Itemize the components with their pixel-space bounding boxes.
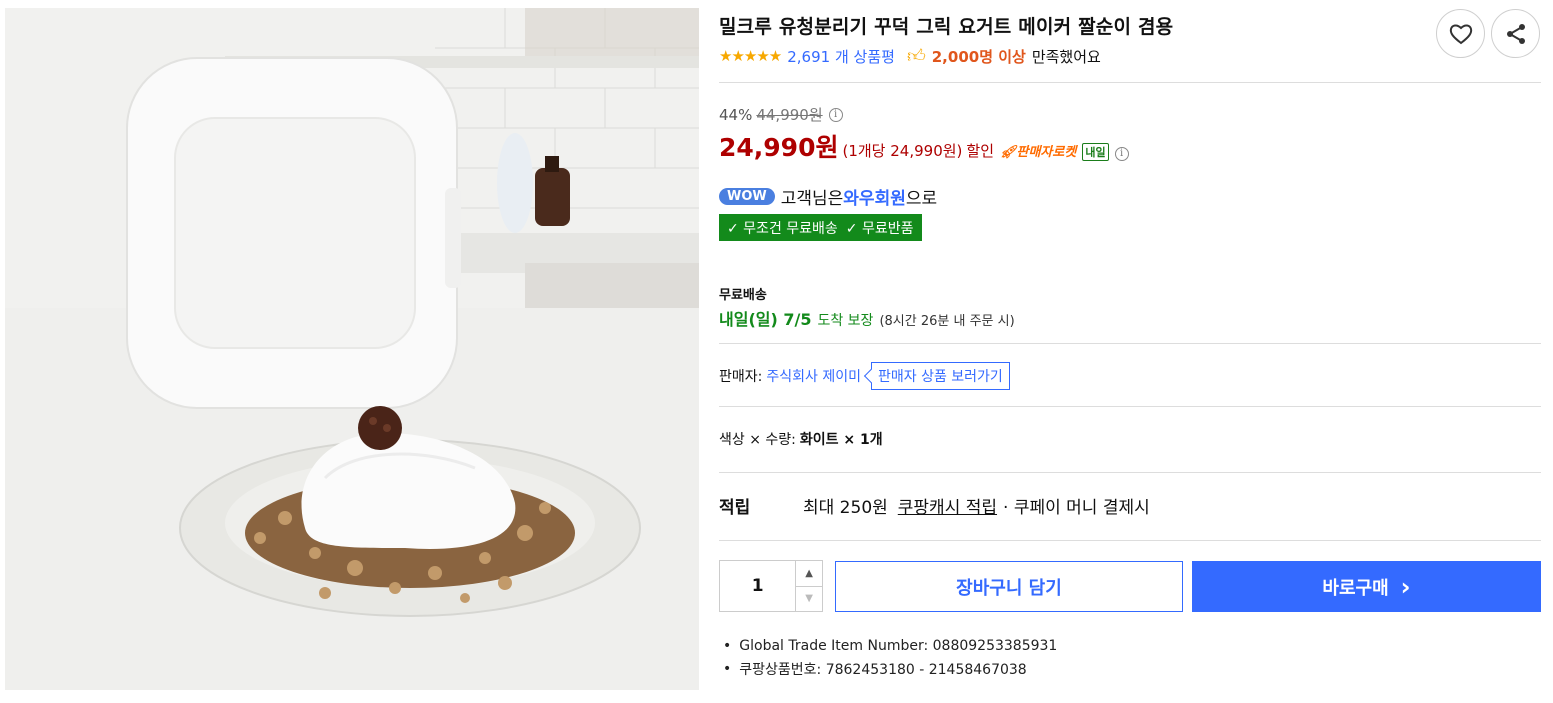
coupang-cash-link[interactable]: 쿠팡캐시 적립 xyxy=(898,493,997,518)
product-meta-list: Global Trade Item Number: 08809253385931… xyxy=(719,634,1057,680)
quantity-input[interactable]: 1 xyxy=(720,561,796,611)
divider xyxy=(719,540,1541,541)
buy-now-label: 바로구매 xyxy=(1322,577,1389,599)
add-to-cart-button[interactable]: 장바구니 담기 xyxy=(835,561,1183,612)
satisfaction-count: 2,000명 이상 xyxy=(931,47,1026,66)
wow-suffix: 으로 xyxy=(905,189,938,209)
discount-rate: 44% xyxy=(719,105,753,124)
seller-rocket-label: 판매자로켓 xyxy=(1016,145,1077,160)
seller-row: 판매자: 주식회사 제이미 판매자 상품 보러가기 xyxy=(719,362,1010,390)
heart-icon xyxy=(1449,24,1472,44)
seller-label: 판매자: xyxy=(719,369,763,385)
product-info-panel: 밀크루 유청분리기 꾸덕 그릭 요거트 메이커 짤순이 겸용 ★★★★★ 2,6… xyxy=(719,0,1541,703)
gtin-item: Global Trade Item Number: 08809253385931 xyxy=(719,634,1057,657)
quantity-stepper: 1 ▲ ▼ xyxy=(719,560,823,612)
reward-condition: · 쿠페이 머니 결제시 xyxy=(1003,498,1150,518)
wow-badge: WOW xyxy=(719,188,775,205)
free-benefits-badge: ✓ 무조건 무료배송 ✓ 무료반품 xyxy=(719,214,922,241)
quantity-decrease-button[interactable]: ▼ xyxy=(796,585,822,612)
divider xyxy=(719,406,1541,407)
original-price-row: 44% 44,990원 i xyxy=(719,104,843,125)
quantity-increase-button[interactable]: ▲ xyxy=(796,561,822,586)
info-icon[interactable]: i xyxy=(828,107,843,122)
sale-price: 24,990원 xyxy=(719,133,839,162)
review-count-link[interactable]: 2,691 개 상품평 xyxy=(787,46,895,67)
delivery-note: (8시간 26분 내 주문 시) xyxy=(879,314,1015,329)
original-price: 44,990원 xyxy=(756,106,823,124)
delivery-row: 내일(일) 7/5 도착 보장 (8시간 26분 내 주문 시) xyxy=(719,306,1015,330)
divider xyxy=(719,472,1541,473)
seller-name-link[interactable]: 주식회사 제이미 xyxy=(766,366,861,386)
wow-member-text: 와우회원 xyxy=(843,189,906,209)
thumbs-up-icon: 👍︎ xyxy=(906,46,926,67)
delivery-guarantee: 도착 보장 xyxy=(817,313,874,329)
shipping-title: 무료배송 xyxy=(719,288,767,303)
discount-label: 할인 xyxy=(966,142,994,160)
seller-rocket-badge: 🚀︎판매자로켓 xyxy=(1000,145,1077,160)
wow-prefix: 고객님은 xyxy=(780,189,844,209)
tomorrow-badge: 내일 xyxy=(1082,143,1109,161)
delivery-date: 내일(일) 7/5 xyxy=(719,310,812,329)
sale-price-row: 24,990원 (1개당 24,990원) 할인 🚀︎판매자로켓 내일 i xyxy=(719,128,1129,164)
option-value: 화이트 × 1개 xyxy=(799,432,883,448)
product-title: 밀크루 유청분리기 꾸덕 그릭 요거트 메이커 짤순이 겸용 xyxy=(719,16,1174,38)
info-icon[interactable]: i xyxy=(1114,146,1129,161)
unit-price: (1개당 24,990원) xyxy=(842,142,963,160)
option-label: 색상 × 수량: xyxy=(719,432,796,448)
reward-amount: 최대 250원 xyxy=(803,498,888,518)
option-row: 색상 × 수량: 화이트 × 1개 xyxy=(719,429,883,449)
rating-row: ★★★★★ 2,691 개 상품평 👍︎ 2,000명 이상 만족했어요 xyxy=(719,44,1101,68)
divider xyxy=(719,343,1541,344)
wishlist-button[interactable] xyxy=(1436,9,1485,58)
chevron-right-icon: › xyxy=(1400,572,1411,601)
buy-now-button[interactable]: 바로구매 › xyxy=(1192,561,1541,612)
free-return-label: ✓ 무료반품 xyxy=(845,220,914,237)
product-image[interactable] xyxy=(5,8,699,690)
reward-row: 적립 최대 250원 쿠팡캐시 적립 · 쿠페이 머니 결제시 xyxy=(719,493,1150,518)
rating-stars: ★★★★★ xyxy=(719,47,782,65)
coupang-id-item: 쿠팡상품번호: 7862453180 - 21458467038 xyxy=(719,657,1057,680)
quantity-steps: ▲ ▼ xyxy=(795,561,822,611)
seller-products-button[interactable]: 판매자 상품 보러가기 xyxy=(870,362,1010,390)
free-shipping-label: ✓ 무조건 무료배송 xyxy=(727,220,838,237)
wow-membership-row: WOW 고객님은 와우회원 으로 xyxy=(719,184,937,209)
share-button[interactable] xyxy=(1491,9,1540,58)
divider xyxy=(719,82,1541,83)
reward-label: 적립 xyxy=(719,498,751,518)
share-icon xyxy=(1506,23,1525,44)
satisfaction-text: 만족했어요 xyxy=(1031,47,1101,66)
